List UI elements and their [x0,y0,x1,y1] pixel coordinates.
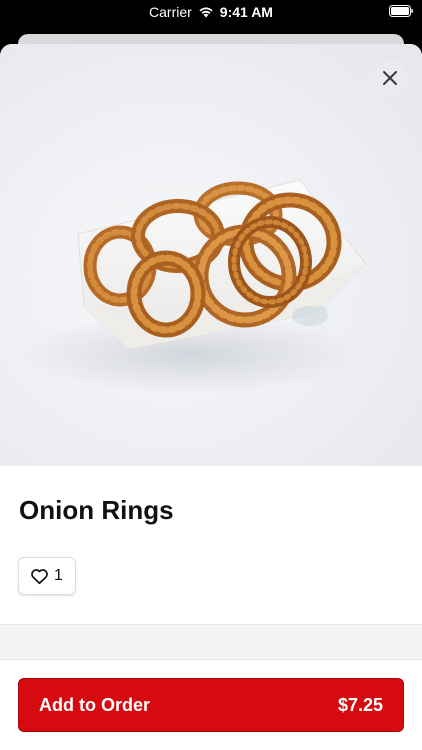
heart-outline-icon [31,568,48,584]
item-title: Onion Rings [19,495,174,525]
close-icon [383,71,397,85]
clock: 9:41 AM [219,4,273,20]
item-price: $7.25 [337,694,383,715]
favorite-count: 1 [54,567,63,584]
app-screen: Carrier 9:41 AM Onion Rings 1 Add to Ord… [0,0,422,750]
wifi-icon [199,7,213,18]
add-to-order-button[interactable]: Add to Order $7.25 [18,678,404,732]
add-to-order-label: Add to Order [39,694,150,715]
favorite-button[interactable]: 1 [18,557,76,595]
battery-icon [389,5,413,17]
carrier-label: Carrier [149,4,192,20]
status-bar: Carrier 9:41 AM [0,0,422,26]
onion-rings-illustration [20,179,367,394]
close-button[interactable] [372,60,408,96]
item-detail-sheet: Onion Rings 1 Add to Order $7.25 [0,44,422,750]
section-divider [0,624,422,660]
order-footer: Add to Order $7.25 [0,660,422,750]
item-image [0,44,422,466]
status-center: Carrier 9:41 AM [0,4,422,20]
